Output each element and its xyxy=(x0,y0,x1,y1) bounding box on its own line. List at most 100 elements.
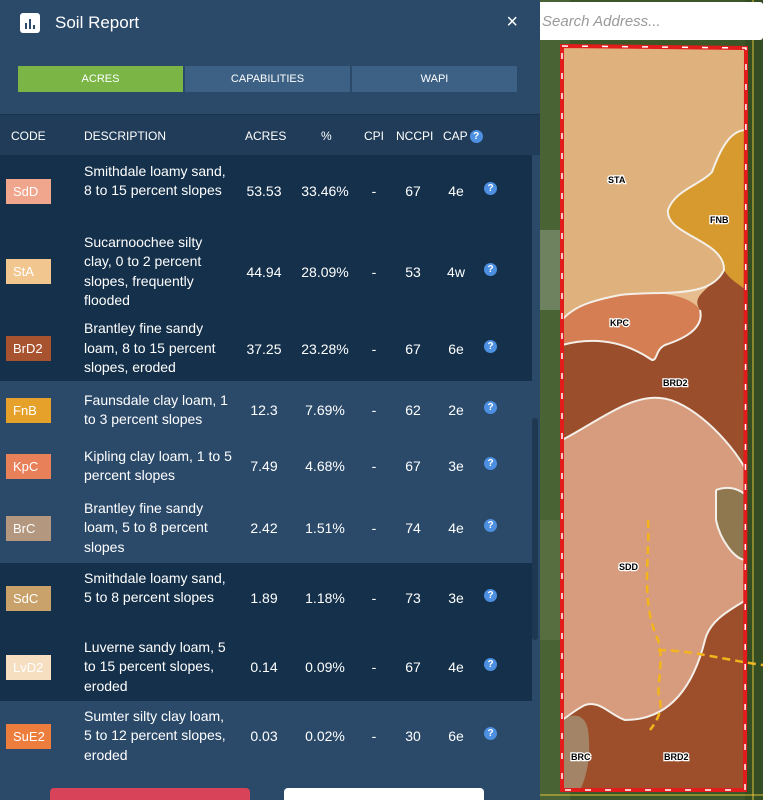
search-input[interactable] xyxy=(540,2,763,40)
map-label-sdd: SDD xyxy=(619,562,639,572)
cap-value: 3e xyxy=(448,458,464,474)
map-label-sta: STA xyxy=(608,175,626,185)
percent-value: 23.28% xyxy=(301,340,349,357)
table-row[interactable]: KpC Kipling clay loam, 1 to 5 percent slo… xyxy=(0,439,532,493)
nccpi-value: 73 xyxy=(405,590,421,606)
acres-value: 7.49 xyxy=(250,458,278,474)
cap-value: 4w xyxy=(447,263,465,280)
question-circle-icon[interactable]: ? xyxy=(484,457,497,470)
question-circle-icon[interactable]: ? xyxy=(484,727,497,740)
header-acres[interactable]: ACRES xyxy=(245,129,286,143)
percent-value: 1.51% xyxy=(305,520,345,536)
cap-value: 3e xyxy=(448,590,464,606)
question-circle-icon[interactable]: ? xyxy=(469,130,483,143)
soil-description: Brantley fine sandy loam, 8 to 15 percen… xyxy=(84,320,216,376)
nccpi-value: 74 xyxy=(405,520,421,536)
bar-chart-icon xyxy=(20,13,40,33)
table-row[interactable]: BrC Brantley fine sandy loam, 5 to 8 perc… xyxy=(0,493,532,563)
cap-value: 4e xyxy=(448,520,464,536)
soil-code-badge: StA xyxy=(6,259,51,284)
cpi-value: - xyxy=(371,458,377,474)
table-row[interactable]: SdC Smithdale loamy sand, 5 to 8 percent … xyxy=(0,563,532,633)
acres-value: 53.53 xyxy=(246,183,282,199)
report-tabs: ACRES CAPABILITIES WAPI xyxy=(18,66,517,92)
header-percent[interactable]: % xyxy=(321,129,332,143)
question-circle-icon[interactable]: ? xyxy=(484,658,497,671)
tab-acres[interactable]: ACRES xyxy=(18,66,183,92)
header-code[interactable]: CODE xyxy=(11,129,46,143)
soil-code-badge: KpC xyxy=(6,453,51,479)
table-row[interactable]: StA Sucarnoochee silty clay, 0 to 2 perce… xyxy=(0,227,532,316)
cpi-value: - xyxy=(371,340,377,357)
soil-description: Sumter silty clay loam, 5 to 12 percent … xyxy=(84,707,226,763)
table-row[interactable]: SdD Smithdale loamy sand, 8 to 15 percent… xyxy=(0,155,532,227)
nccpi-value: 67 xyxy=(405,458,421,474)
table-row[interactable]: SuE2 Sumter silty clay loam, 5 to 12 perc… xyxy=(0,701,532,771)
panel-title: Soil Report xyxy=(55,13,140,32)
address-search[interactable] xyxy=(540,2,763,40)
header-description[interactable]: DESCRIPTION xyxy=(84,129,166,143)
table-row[interactable]: LvD2 Luverne sandy loam, 5 to 15 percent … xyxy=(0,633,532,701)
header-cap: CAP? xyxy=(443,129,483,143)
question-circle-icon[interactable]: ? xyxy=(484,339,497,353)
table-row[interactable]: BrD2 Brantley fine sandy loam, 8 to 15 pe… xyxy=(0,316,532,381)
map-view[interactable]: STA FNB KPC BRD2 SDD BRC BRD2 xyxy=(540,0,763,800)
header-cap-label[interactable]: CAP xyxy=(443,129,468,143)
acres-value: 0.03 xyxy=(250,728,278,744)
percent-value: 0.02% xyxy=(305,728,345,744)
header-nccpi[interactable]: NCCPI xyxy=(396,129,433,143)
acres-value: 37.25 xyxy=(246,340,282,357)
soil-description: Brantley fine sandy loam, 5 to 8 percent… xyxy=(84,499,208,555)
question-circle-icon[interactable]: ? xyxy=(484,519,497,532)
soil-description: Smithdale loamy sand, 8 to 15 percent sl… xyxy=(84,162,226,199)
cpi-value: - xyxy=(371,728,377,744)
map-label-kpc: KPC xyxy=(610,318,630,328)
cap-value: 6e xyxy=(448,340,464,357)
nccpi-value: 53 xyxy=(405,263,421,280)
percent-value: 33.46% xyxy=(301,183,349,199)
map-label-brc: BRC xyxy=(571,752,591,762)
acres-value: 12.3 xyxy=(250,402,278,418)
question-circle-icon[interactable]: ? xyxy=(484,589,497,602)
cap-value: 4e xyxy=(448,659,464,675)
cpi-value: - xyxy=(371,263,377,280)
red-action-button[interactable] xyxy=(50,788,250,800)
tab-capabilities[interactable]: CAPABILITIES xyxy=(185,66,350,92)
soil-code-badge: SuE2 xyxy=(6,723,51,749)
soil-description: Smithdale loamy sand, 5 to 8 percent slo… xyxy=(84,569,226,606)
app-root: STA FNB KPC BRD2 SDD BRC BRD2 Soil Repor… xyxy=(0,0,763,800)
cpi-value: - xyxy=(371,520,377,536)
cpi-value: - xyxy=(371,183,377,199)
soil-map[interactable]: STA FNB KPC BRD2 SDD BRC BRD2 xyxy=(540,0,763,800)
close-icon[interactable]: × xyxy=(506,11,518,34)
percent-value: 4.68% xyxy=(305,458,345,474)
soil-report-panel: Soil Report × ACRES CAPABILITIES WAPI CO… xyxy=(0,0,540,800)
percent-value: 28.09% xyxy=(301,263,349,280)
white-action-button[interactable] xyxy=(284,788,484,800)
nccpi-value: 67 xyxy=(405,183,421,199)
scrollbar[interactable] xyxy=(532,418,538,640)
soil-code-badge: BrC xyxy=(6,515,51,541)
table-row[interactable]: FnB Faunsdale clay loam, 1 to 3 percent s… xyxy=(0,381,532,439)
header-cpi[interactable]: CPI xyxy=(364,129,384,143)
soil-description: Luverne sandy loam, 5 to 15 percent slop… xyxy=(84,638,226,694)
map-label-brd2: BRD2 xyxy=(663,378,688,388)
soil-code-badge: BrD2 xyxy=(6,336,51,361)
acres-value: 1.89 xyxy=(250,590,278,606)
cap-value: 2e xyxy=(448,402,464,418)
question-circle-icon[interactable]: ? xyxy=(484,262,497,276)
soil-description: Kipling clay loam, 1 to 5 percent slopes xyxy=(84,447,232,484)
nccpi-value: 67 xyxy=(405,659,421,675)
acres-value: 44.94 xyxy=(246,263,282,280)
acres-value: 2.42 xyxy=(250,520,278,536)
tab-wapi[interactable]: WAPI xyxy=(352,66,517,92)
question-circle-icon[interactable]: ? xyxy=(484,401,497,414)
cpi-value: - xyxy=(371,590,377,606)
percent-value: 1.18% xyxy=(305,590,345,606)
percent-value: 7.69% xyxy=(305,402,345,418)
cap-value: 6e xyxy=(448,728,464,744)
cpi-value: - xyxy=(371,402,377,418)
cpi-value: - xyxy=(371,659,377,675)
question-circle-icon[interactable]: ? xyxy=(484,182,497,195)
nccpi-value: 30 xyxy=(405,728,421,744)
